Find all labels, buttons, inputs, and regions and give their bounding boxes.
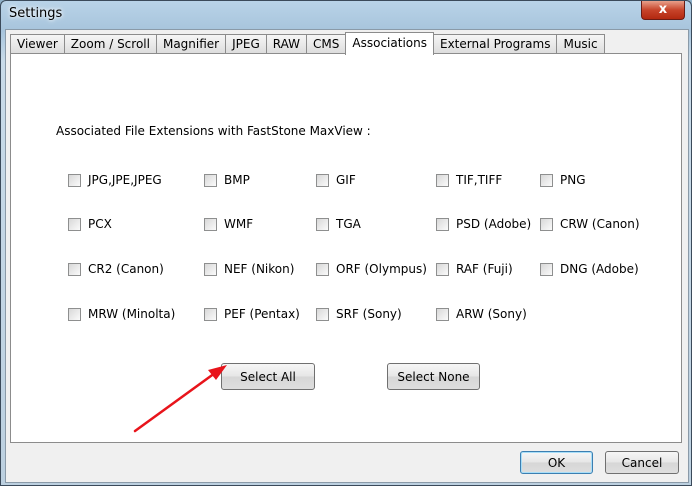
window-title: Settings [9, 6, 63, 21]
checkbox-jpg[interactable]: JPG,JPE,JPEG [68, 173, 162, 187]
title-bar[interactable]: Settings x [1, 1, 691, 29]
checkbox-box[interactable] [436, 262, 449, 276]
checkbox-label: PCX [88, 217, 112, 231]
tab-cms[interactable]: CMS [306, 34, 347, 54]
checkbox-label: RAF (Fuji) [456, 262, 513, 276]
settings-window: Settings x Viewer Zoom / Scroll Magnifie… [0, 0, 692, 486]
checkbox-label: NEF (Nikon) [224, 262, 295, 276]
checkbox-label: WMF [224, 217, 254, 231]
checkbox-box[interactable] [540, 262, 553, 276]
checkbox-label: ORF (Olympus) [336, 262, 427, 276]
checkbox-label: JPG,JPE,JPEG [88, 173, 162, 187]
associations-panel: Associated File Extensions with FastSton… [10, 53, 682, 443]
checkbox-box[interactable] [436, 307, 449, 321]
checkbox-label: CR2 (Canon) [88, 262, 164, 276]
checkbox-box[interactable] [204, 262, 217, 276]
checkbox-box[interactable] [316, 173, 329, 187]
checkbox-box[interactable] [316, 262, 329, 276]
checkbox-box[interactable] [204, 307, 217, 321]
checkbox-orf[interactable]: ORF (Olympus) [316, 262, 427, 276]
tab-zoom-scroll[interactable]: Zoom / Scroll [63, 34, 157, 54]
checkbox-label: ARW (Sony) [456, 307, 527, 321]
close-icon: x [658, 2, 668, 17]
select-all-button[interactable]: Select All [221, 363, 315, 390]
checkbox-dng[interactable]: DNG (Adobe) [540, 262, 639, 276]
tab-strip: Viewer Zoom / Scroll Magnifier JPEG RAW … [10, 32, 605, 55]
checkbox-arw[interactable]: ARW (Sony) [436, 307, 527, 321]
checkbox-box[interactable] [540, 173, 553, 187]
tab-external-programs[interactable]: External Programs [432, 34, 558, 54]
checkbox-label: MRW (Minolta) [88, 307, 176, 321]
associations-heading: Associated File Extensions with FastSton… [56, 124, 371, 138]
tab-viewer[interactable]: Viewer [10, 34, 65, 54]
checkbox-wmf[interactable]: WMF [204, 217, 253, 231]
checkbox-box[interactable] [204, 217, 217, 231]
checkbox-box[interactable] [68, 173, 81, 187]
checkbox-mrw[interactable]: MRW (Minolta) [68, 307, 175, 321]
cancel-button[interactable]: Cancel [605, 451, 679, 474]
checkbox-pef[interactable]: PEF (Pentax) [204, 307, 300, 321]
checkbox-crw[interactable]: CRW (Canon) [540, 217, 640, 231]
checkbox-nef[interactable]: NEF (Nikon) [204, 262, 294, 276]
tab-associations[interactable]: Associations [345, 32, 434, 55]
checkbox-label: PNG [560, 173, 586, 187]
checkbox-png[interactable]: PNG [540, 173, 586, 187]
tab-raw[interactable]: RAW [265, 34, 308, 54]
checkbox-box[interactable] [436, 173, 449, 187]
checkbox-box[interactable] [316, 307, 329, 321]
close-button[interactable]: x [641, 1, 685, 20]
checkbox-label: PSD (Adobe) [456, 217, 532, 231]
select-none-button[interactable]: Select None [387, 363, 480, 390]
checkbox-cr2[interactable]: CR2 (Canon) [68, 262, 164, 276]
checkbox-box[interactable] [68, 217, 81, 231]
checkbox-box[interactable] [68, 307, 81, 321]
ok-button[interactable]: OK [520, 451, 593, 474]
checkbox-raf[interactable]: RAF (Fuji) [436, 262, 513, 276]
checkbox-box[interactable] [436, 217, 449, 231]
checkbox-label: TIF,TIFF [456, 173, 503, 187]
checkbox-label: CRW (Canon) [560, 217, 640, 231]
dialog-client-area: Viewer Zoom / Scroll Magnifier JPEG RAW … [5, 29, 689, 483]
checkbox-box[interactable] [204, 173, 217, 187]
checkbox-bmp[interactable]: BMP [204, 173, 250, 187]
checkbox-label: BMP [224, 173, 250, 187]
tab-jpeg[interactable]: JPEG [225, 34, 267, 54]
checkbox-label: DNG (Adobe) [560, 262, 639, 276]
checkbox-box[interactable] [540, 217, 553, 231]
checkbox-label: GIF [336, 173, 356, 187]
checkbox-label: TGA [336, 217, 361, 231]
checkbox-label: PEF (Pentax) [224, 307, 300, 321]
checkbox-tga[interactable]: TGA [316, 217, 361, 231]
checkbox-pcx[interactable]: PCX [68, 217, 112, 231]
checkbox-box[interactable] [316, 217, 329, 231]
checkbox-psd[interactable]: PSD (Adobe) [436, 217, 531, 231]
checkbox-srf[interactable]: SRF (Sony) [316, 307, 402, 321]
checkbox-box[interactable] [68, 262, 81, 276]
checkbox-gif[interactable]: GIF [316, 173, 356, 187]
checkbox-label: SRF (Sony) [336, 307, 402, 321]
checkbox-tif[interactable]: TIF,TIFF [436, 173, 502, 187]
tab-music[interactable]: Music [556, 34, 605, 54]
tab-magnifier[interactable]: Magnifier [155, 34, 227, 54]
